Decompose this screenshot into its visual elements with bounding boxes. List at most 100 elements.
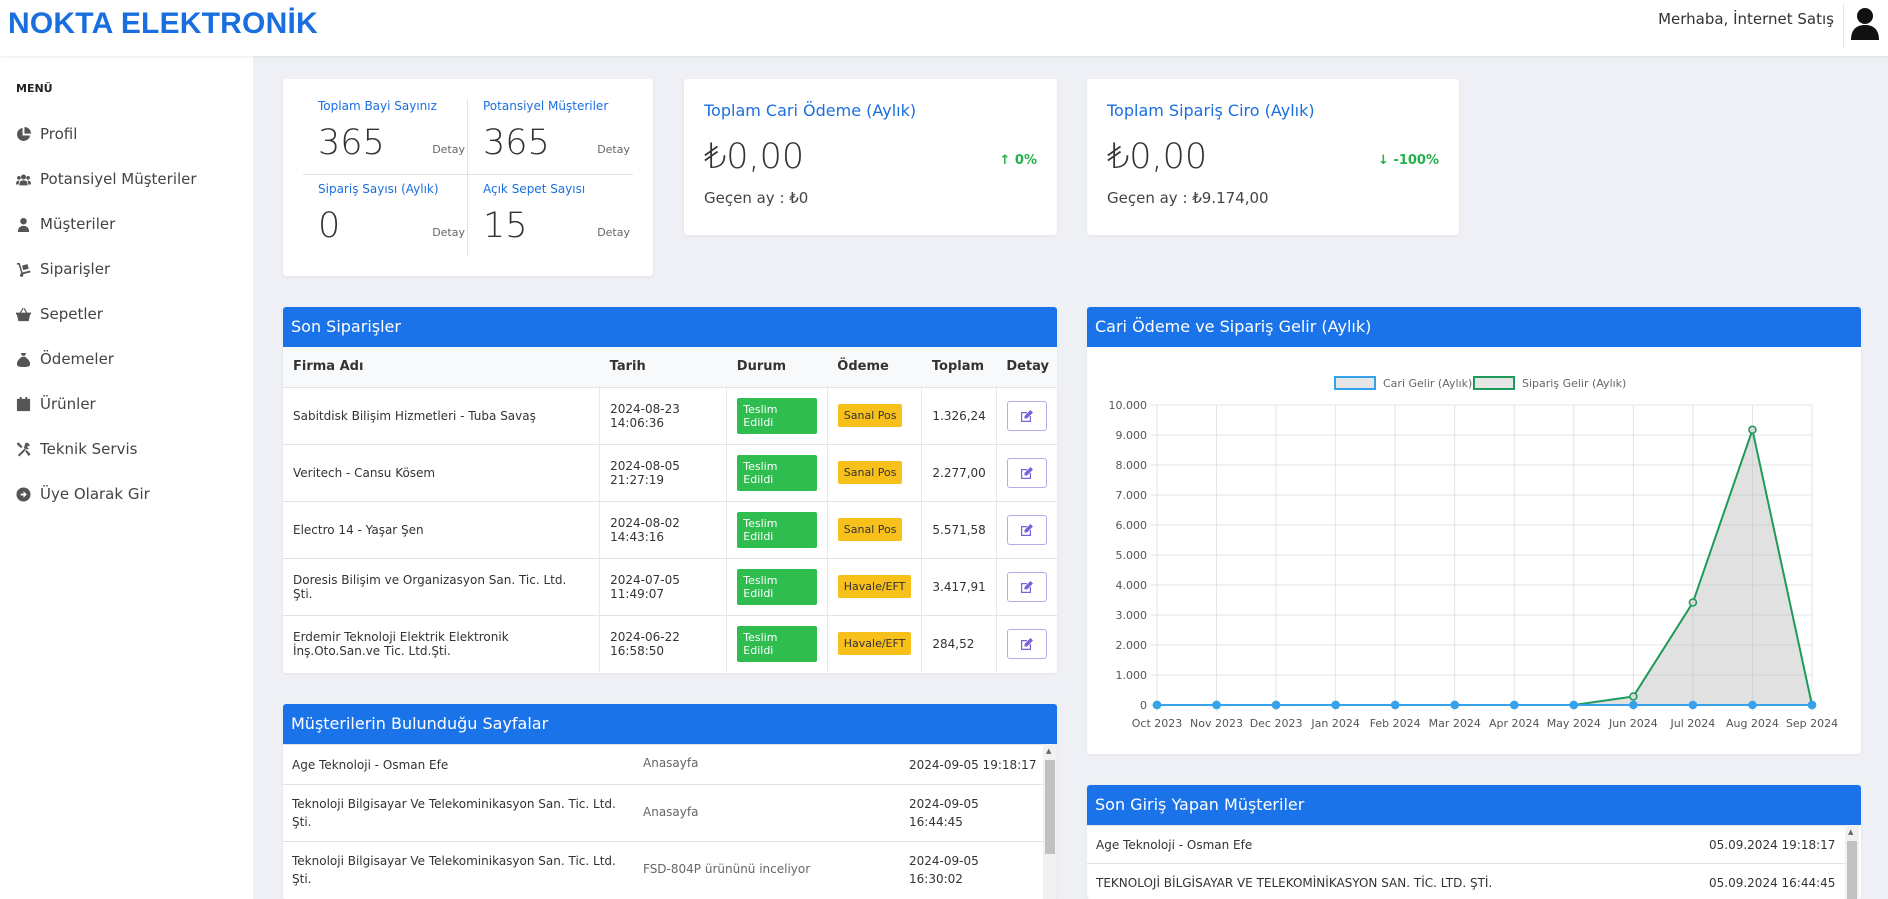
- data-point: [1450, 700, 1459, 710]
- detail-cell: [996, 443, 1057, 501]
- sidebar-item-label: Sepetler: [40, 305, 103, 323]
- customer-pages-panel: Müşterilerin Bulunduğu Sayfalar Age Tekn…: [283, 704, 1057, 899]
- stat-potansiyel-musteriler: Potansiyel Müşteriler 365 Detay: [483, 99, 648, 181]
- data-point: [1331, 700, 1340, 710]
- pie-chart-icon: [14, 125, 32, 143]
- edit-button[interactable]: [1006, 457, 1047, 488]
- data-point: [1807, 700, 1817, 710]
- kpi-previous: Geçen ay : ₺0: [704, 189, 809, 207]
- edit-button[interactable]: [1006, 571, 1047, 602]
- sidebar-item-label: Potansiyel Müşteriler: [40, 170, 197, 188]
- table-row: Veritech - Cansu Kösem 2024-08-05 21:27:1…: [283, 443, 1057, 501]
- kpi-value: ₺0,00: [1107, 137, 1208, 177]
- y-tick-label: 8.000: [1116, 459, 1148, 472]
- column-header[interactable]: Durum: [726, 347, 828, 388]
- sidebar-item-urunler[interactable]: Ürünler: [0, 384, 253, 424]
- order-date: 2024-08-02 14:43:16: [599, 500, 728, 558]
- firm-name: TEKNOLOJİ BİLGİSAYAR VE TELEKOMİNİKASYON…: [1096, 876, 1493, 890]
- table-row: Erdemir Teknoloji Elektrik Elektronik İn…: [283, 614, 1057, 672]
- order-total: 284,52: [921, 614, 997, 672]
- stats-card: Toplam Bayi Sayınız 365 Detay Potansiyel…: [283, 79, 653, 276]
- detail-link[interactable]: Detay: [432, 143, 465, 156]
- y-tick-label: 7.000: [1116, 489, 1148, 502]
- order-date: 2024-08-23 14:06:36: [599, 386, 728, 444]
- sidebar-item-potansiyel-musteriler[interactable]: Potansiyel Müşteriler: [0, 159, 253, 199]
- sidebar-item-label: Ödemeler: [40, 350, 114, 368]
- time-text: 11:49:07: [610, 586, 665, 601]
- last-logins-panel: Son Giriş Yapan Müşteriler Age Teknoloji…: [1087, 785, 1861, 899]
- detail-link[interactable]: Detay: [597, 143, 630, 156]
- firm-name: Teknoloji Bilgisayar Ve Telekominikasyon…: [292, 797, 616, 829]
- column-header[interactable]: Firma Adı: [283, 347, 600, 388]
- panel-title: Son Giriş Yapan Müşteriler: [1087, 785, 1861, 825]
- edit-button[interactable]: [1006, 628, 1047, 659]
- order-date: 2024-08-05 21:27:19: [599, 443, 728, 501]
- sidebar-item-label: Profil: [40, 125, 78, 143]
- panel-title: Müşterilerin Bulunduğu Sayfalar: [283, 704, 1057, 744]
- data-point: [1152, 700, 1162, 710]
- user-icon[interactable]: [1850, 6, 1880, 40]
- payment-badge: Sanal Pos: [837, 518, 903, 541]
- data-point: [1748, 700, 1757, 710]
- detail-link[interactable]: Detay: [597, 226, 630, 239]
- stat-siparis-sayisi: Sipariş Sayısı (Aylık) 0 Detay: [318, 182, 483, 264]
- logins-scrollbar[interactable]: ▲: [1845, 825, 1859, 899]
- scroll-thumb[interactable]: [1847, 841, 1857, 899]
- stat-label: Açık Sepet Sayısı: [483, 182, 586, 196]
- stat-label: Toplam Bayi Sayınız: [318, 99, 437, 113]
- y-tick-label: 3.000: [1116, 609, 1148, 622]
- edit-button[interactable]: [1006, 514, 1047, 545]
- visit-datetime: 2024-09-05 16:44:45: [909, 795, 1039, 831]
- divider: [1843, 4, 1844, 48]
- order-date: 2024-07-05 11:49:07: [599, 557, 728, 615]
- y-tick-label: 9.000: [1116, 429, 1148, 442]
- revenue-chart: 0 1.000 2.000 3.000 4.000 5.000 6.000 7.000 8.00…: [1109, 376, 1838, 730]
- column-header[interactable]: Tarih: [599, 347, 727, 388]
- data-point: [1688, 700, 1698, 710]
- scroll-up-icon[interactable]: ▲: [1046, 747, 1051, 755]
- column-header[interactable]: Ödeme: [827, 347, 922, 388]
- order-date: 2024-06-22 16:58:50: [599, 614, 728, 672]
- y-tick-label: 0: [1140, 699, 1147, 712]
- scroll-up-icon[interactable]: ▲: [1848, 828, 1853, 836]
- firm-name: Age Teknoloji - Osman Efe: [1096, 838, 1253, 852]
- payment-badge: Havale/EFT: [837, 632, 912, 656]
- sidebar-item-sepetler[interactable]: Sepetler: [0, 294, 253, 334]
- x-tick-label: Aug 2024: [1726, 717, 1779, 730]
- status-cell: Teslim Edildi: [726, 443, 828, 501]
- order-total: 2.277,00: [921, 443, 997, 501]
- edit-icon: [1020, 523, 1033, 536]
- column-header[interactable]: Detay: [996, 347, 1057, 388]
- column-header[interactable]: Toplam: [921, 347, 997, 388]
- detail-link[interactable]: Detay: [432, 226, 465, 239]
- menu-title: MENÜ: [16, 82, 53, 95]
- edit-button[interactable]: [1006, 400, 1047, 431]
- sidebar-item-profil[interactable]: Profil: [0, 114, 253, 154]
- detail-cell: [996, 614, 1057, 672]
- status-badge: Teslim Edildi: [737, 625, 817, 662]
- panel-title: Son Siparişler: [283, 307, 1057, 347]
- visit-datetime: 2024-09-05 16:30:02: [909, 852, 1039, 888]
- pages-scrollbar[interactable]: ▲: [1043, 744, 1057, 899]
- brand-logo[interactable]: NOKTA ELEKTRONİK: [8, 7, 318, 41]
- panel-title: Cari Ödeme ve Sipariş Gelir (Aylık): [1087, 307, 1861, 347]
- sidebar-item-siparisler[interactable]: Siparişler: [0, 249, 253, 289]
- data-point: [1390, 700, 1400, 710]
- y-tick-label: 4.000: [1116, 579, 1148, 592]
- order-total: 1.326,24: [921, 386, 997, 444]
- scroll-thumb[interactable]: [1045, 760, 1055, 854]
- status-badge: Teslim Edildi: [737, 454, 817, 491]
- money-bag-icon: [14, 350, 32, 368]
- sidebar-item-odemeler[interactable]: Ödemeler: [0, 339, 253, 379]
- sidebar-item-teknik-servis[interactable]: Teknik Servis: [0, 429, 253, 469]
- sidebar-item-uye-olarak-gir[interactable]: Üye Olarak Gir: [0, 474, 253, 514]
- list-item: Age Teknoloji - Osman Efe Anasayfa 2024-…: [283, 744, 1045, 784]
- kpi-change: ↓ -100%: [1378, 153, 1439, 168]
- stat-value: 0: [318, 206, 341, 246]
- firm-name: Sabitdisk Bilişim Hizmetleri - Tuba Sava…: [283, 386, 601, 444]
- stat-label: Sipariş Sayısı (Aylık): [318, 182, 439, 196]
- data-point: [1212, 700, 1221, 710]
- date-text: 2024-07-05: [610, 572, 680, 587]
- date-text: 2024-08-02: [610, 515, 680, 530]
- sidebar-item-musteriler[interactable]: Müşteriler: [0, 204, 253, 244]
